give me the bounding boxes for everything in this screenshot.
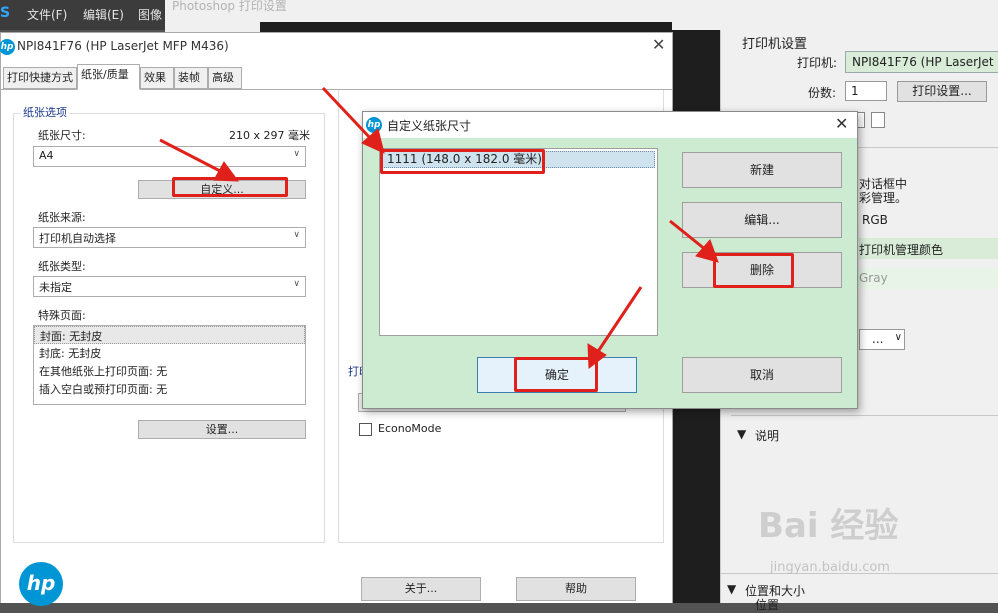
paper-size-dimensions: 210 x 297 毫米 xyxy=(229,129,310,142)
tab-advanced[interactable]: 高级 xyxy=(208,67,242,89)
position-sub-header: 位置 xyxy=(755,598,780,612)
printer-label: 打印机: xyxy=(797,56,838,70)
menu-image[interactable]: 图像 xyxy=(138,6,162,23)
rendering-intent-select[interactable]: ... ∨ xyxy=(859,329,905,350)
custom-paper-list[interactable]: 1111 (148.0 x 182.0 毫米) xyxy=(379,148,658,336)
color-handling-select[interactable]: 打印机管理颜色 xyxy=(859,238,998,259)
economode-label: EconoMode xyxy=(378,422,442,435)
list-item[interactable]: 在其他纸张上打印页面: 无 xyxy=(34,362,305,380)
tab-effects[interactable]: 效果 xyxy=(140,67,174,89)
special-pages-settings-button[interactable]: 设置... xyxy=(138,420,306,439)
printer-select[interactable]: NPI841F76 (HP LaserJet MFP M4 xyxy=(845,51,998,73)
photoshop-logo-icon: S xyxy=(0,5,11,21)
hp-logo-icon: hp xyxy=(366,117,382,133)
print-settings-button[interactable]: 打印设置... xyxy=(897,81,987,102)
custom-dialog-titlebar: hp 自定义纸张尺寸 ✕ xyxy=(363,112,857,138)
list-item[interactable]: 封底: 无封皮 xyxy=(34,344,305,362)
close-icon[interactable]: ✕ xyxy=(835,114,848,133)
hp-dialog-titlebar: hp NPI841F76 (HP LaserJet MFP M436) ✕ xyxy=(0,33,672,61)
cancel-button[interactable]: 取消 xyxy=(682,357,842,393)
list-item[interactable]: 插入空白或预打印页面: 无 xyxy=(34,380,305,398)
divider xyxy=(731,415,998,416)
new-button[interactable]: 新建 xyxy=(682,152,842,188)
dialog-text-line2: 彩管理。 xyxy=(859,191,908,205)
economode-checkbox[interactable] xyxy=(359,423,372,436)
menu-file[interactable]: 文件(F) xyxy=(27,6,67,23)
tab-finishing[interactable]: 装帧 xyxy=(174,67,208,89)
rendering-intent-value: ... xyxy=(872,332,884,346)
chevron-down-icon: ∨ xyxy=(293,279,300,289)
annotation-box-custom xyxy=(172,177,288,197)
chevron-down-icon: ∨ xyxy=(894,332,902,343)
printer-settings-heading: 打印机设置 xyxy=(742,37,808,52)
custom-dialog-title: 自定义纸张尺寸 xyxy=(387,119,472,133)
tab-paper-quality[interactable]: 纸张/质量 xyxy=(77,64,140,90)
copies-label: 份数: xyxy=(808,86,837,100)
paper-source-label: 纸张来源: xyxy=(38,211,86,224)
list-item[interactable]: 封面: 无封皮 xyxy=(34,326,305,344)
help-button[interactable]: 帮助 xyxy=(516,577,636,601)
menu-edit[interactable]: 编辑(E) xyxy=(83,6,124,23)
paper-type-select[interactable]: 未指定 ∨ xyxy=(33,276,306,297)
hp-dialog-title: NPI841F76 (HP LaserJet MFP M436) xyxy=(17,39,229,53)
printer-profile-select[interactable]: Gray xyxy=(857,268,998,289)
paper-source-select[interactable]: 打印机自动选择 ∨ xyxy=(33,227,306,248)
baidu-watermark: Bai 经验 xyxy=(758,506,899,546)
expand-triangle-icon[interactable]: ▼ xyxy=(737,427,746,441)
about-button[interactable]: 关于... xyxy=(361,577,481,601)
paper-source-value: 打印机自动选择 xyxy=(39,232,116,245)
chevron-down-icon: ∨ xyxy=(293,149,300,159)
paper-options-group-title: 纸张选项 xyxy=(21,104,69,120)
edit-button[interactable]: 编辑... xyxy=(682,202,842,238)
chevron-down-icon: ∨ xyxy=(293,230,300,240)
rgb-label: RGB xyxy=(862,213,888,227)
special-pages-list[interactable]: 封面: 无封皮 封底: 无封皮 在其他纸张上打印页面: 无 插入空白或预打印页面… xyxy=(33,325,306,405)
close-icon[interactable]: ✕ xyxy=(652,35,665,54)
description-section-header[interactable]: 说明 xyxy=(755,427,779,444)
expand-triangle-icon[interactable]: ▼ xyxy=(727,582,736,596)
landscape-icon[interactable] xyxy=(871,112,885,128)
baidu-watermark-url: jingyan.baidu.com xyxy=(770,560,890,575)
paper-size-label: 纸张尺寸: xyxy=(38,129,86,142)
hp-logo-icon: hp xyxy=(0,39,15,55)
annotation-box-delete xyxy=(713,253,794,288)
photoshop-print-title: Photoshop 打印设置 xyxy=(172,0,287,13)
photoshop-menubar: S 文件(F) 编辑(E) 图像 xyxy=(0,0,165,30)
paper-size-select[interactable]: A4 ∨ xyxy=(33,146,306,167)
paper-type-label: 纸张类型: xyxy=(38,260,86,273)
hp-brand-logo: hp xyxy=(19,562,63,606)
paper-type-value: 未指定 xyxy=(39,281,72,294)
annotation-box-list-item xyxy=(380,149,545,174)
copies-input[interactable]: 1 xyxy=(845,81,887,101)
paper-size-value: A4 xyxy=(39,149,54,162)
annotation-box-ok xyxy=(514,357,598,392)
tab-print-shortcuts[interactable]: 打印快捷方式 xyxy=(3,67,77,89)
special-pages-label: 特殊页面: xyxy=(38,309,86,322)
